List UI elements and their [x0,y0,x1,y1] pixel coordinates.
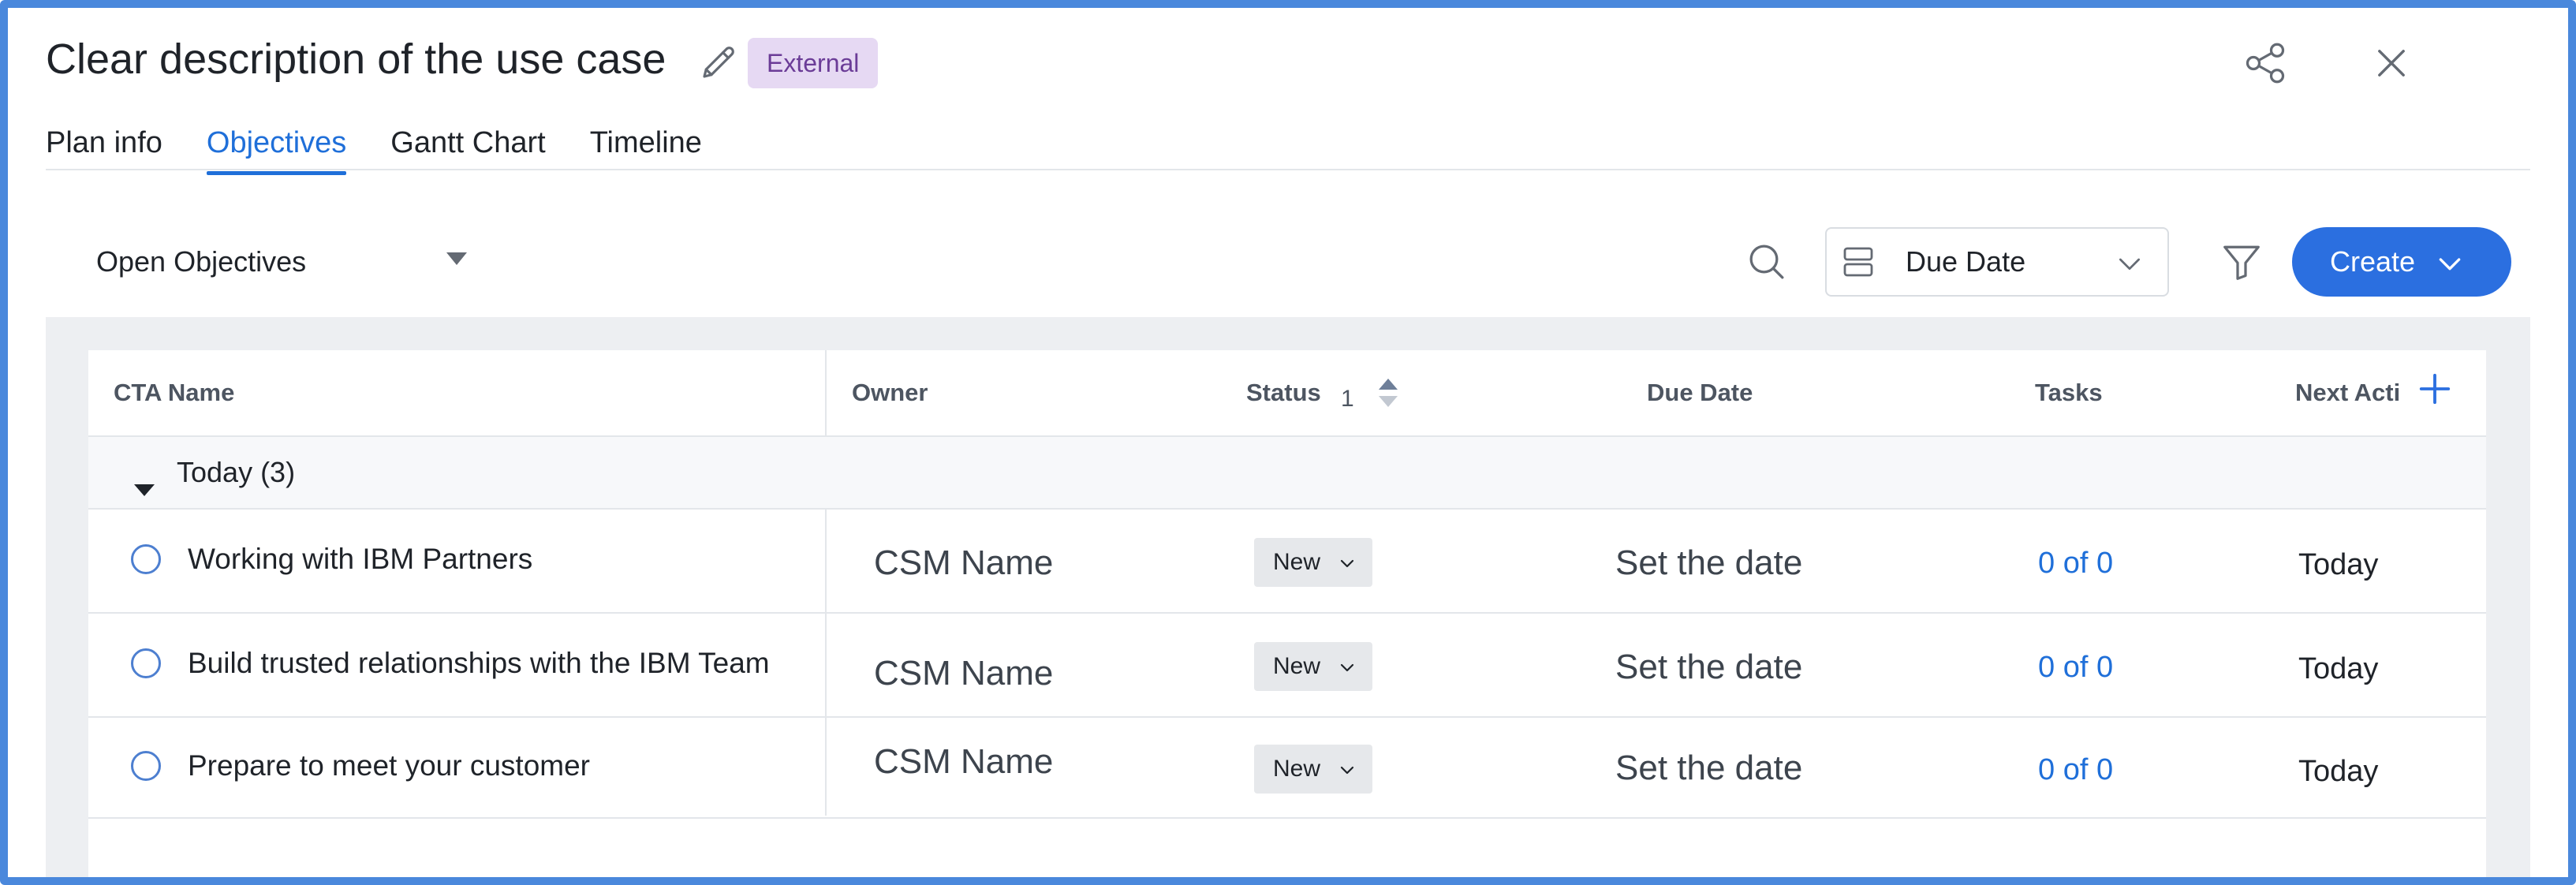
chevron-down-icon [1340,663,1354,672]
row-divider [88,612,2486,614]
chevron-down-icon [1340,559,1354,568]
group-row[interactable] [88,437,2486,510]
close-icon[interactable] [2371,43,2412,84]
sort-label: Due Date [1906,245,2026,278]
column-header-due-date[interactable]: Due Date [1647,350,1753,435]
next-action-cell: Today [2298,755,2379,788]
column-header-status[interactable]: Status [1246,350,1321,435]
pencil-icon[interactable] [697,41,740,84]
column-divider [825,350,827,816]
owner-cell[interactable]: CSM Name [874,650,1053,697]
tab-divider [46,169,2530,170]
group-label: Today (3) [177,456,296,488]
due-date-cell[interactable]: Set the date [1615,540,1802,587]
due-date-cell[interactable]: Set the date [1615,644,1802,691]
share-icon[interactable] [2242,39,2289,87]
column-header-cta-name[interactable]: CTA Name [114,350,234,435]
tasks-link[interactable]: 0 of 0 [2038,645,2113,689]
complete-radio[interactable] [131,648,161,678]
column-header-next-action[interactable]: Next Acti [2295,350,2401,435]
tab-timeline[interactable]: Timeline [590,118,702,172]
row-divider [88,716,2486,718]
group-by-icon [1843,247,1873,277]
tab-gantt-chart[interactable]: Gantt Chart [390,118,545,172]
view-dropdown[interactable]: Open Objectives [96,237,475,287]
chevron-down-icon [2119,258,2140,270]
caret-down-icon[interactable] [134,484,155,496]
search-icon[interactable] [1745,240,1789,284]
owner-cell[interactable]: CSM Name [874,738,1053,786]
sort-arrows-icon[interactable] [1377,377,1399,409]
owner-cell[interactable]: CSM Name [874,540,1053,587]
sort-order-count: 1 [1341,386,1354,412]
tasks-link[interactable]: 0 of 0 [2038,541,2113,585]
caret-down-icon[interactable] [446,252,467,265]
chevron-down-icon [1340,766,1354,775]
due-date-cell[interactable]: Set the date [1615,745,1802,792]
filter-icon[interactable] [2218,238,2265,286]
cta-name-cell[interactable]: Working with IBM Partners [188,540,532,579]
add-column-icon[interactable] [2417,371,2453,407]
complete-radio[interactable] [131,751,161,781]
chevron-down-icon[interactable] [2434,248,2466,279]
next-action-cell: Today [2298,652,2379,685]
page-title: Clear description of the use case [46,35,666,83]
tab-bar: Plan info Objectives Gantt Chart Timelin… [46,118,702,175]
tasks-link[interactable]: 0 of 0 [2038,748,2113,792]
external-badge: External [748,38,879,88]
row-divider [88,817,2486,819]
tab-objectives[interactable]: Objectives [206,118,347,175]
tab-plan-info[interactable]: Plan info [46,118,162,172]
cta-name-cell[interactable]: Prepare to meet your customer [188,746,590,786]
complete-radio[interactable] [131,544,161,574]
column-header-owner[interactable]: Owner [852,350,928,435]
next-action-cell: Today [2298,548,2379,581]
create-button[interactable]: Create [2292,227,2511,297]
cta-name-cell[interactable]: Build trusted relationships with the IBM… [188,644,770,683]
column-header-tasks[interactable]: Tasks [2035,350,2103,435]
